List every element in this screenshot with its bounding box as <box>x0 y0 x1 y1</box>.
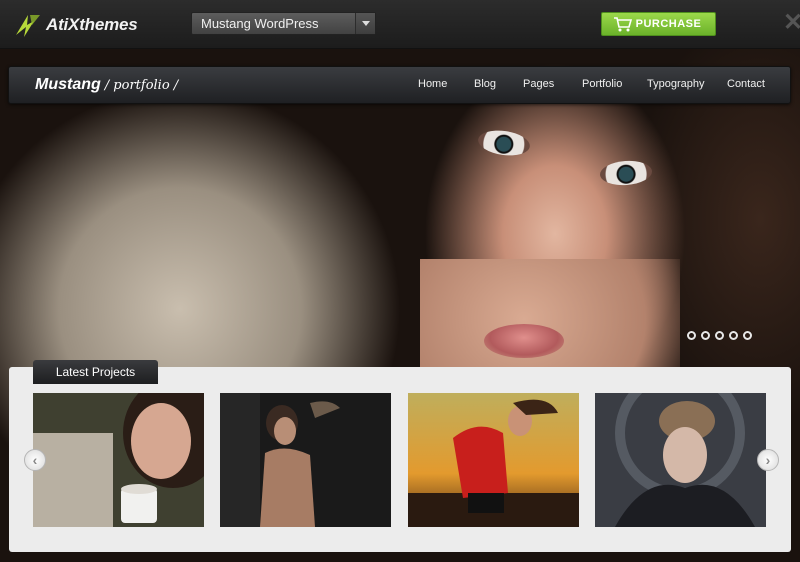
nav-item-typography[interactable]: Typography <box>647 78 704 90</box>
carousel-prev-button[interactable]: ‹ <box>24 449 46 471</box>
top-bar: AtiXthemes Mustang WordPress PURCHASE ✕ <box>0 0 800 49</box>
purchase-label: PURCHASE <box>635 18 702 30</box>
project-thumbnail[interactable] <box>220 393 391 527</box>
brand-logo[interactable]: AtiXthemes <box>14 11 138 39</box>
brand-name: AtiXthemes <box>46 15 138 34</box>
slider-dots <box>687 331 752 340</box>
chevron-left-icon: ‹ <box>32 452 38 468</box>
purchase-button[interactable]: PURCHASE <box>601 12 716 36</box>
project-thumbnail[interactable] <box>33 393 204 527</box>
project-thumbnail[interactable] <box>408 393 579 527</box>
project-thumbnail[interactable] <box>595 393 766 527</box>
lightning-icon <box>16 15 40 37</box>
latest-projects-heading: Latest Projects <box>33 360 158 384</box>
theme-select[interactable]: Mustang WordPress <box>191 12 376 35</box>
theme-select-value: Mustang WordPress <box>201 16 319 31</box>
close-icon[interactable]: ✕ <box>783 10 800 36</box>
slider-dot[interactable] <box>743 331 752 340</box>
site-title-text: Mustang <box>35 76 101 93</box>
nav-item-blog[interactable]: Blog <box>474 78 496 90</box>
site-subtitle: / portfolio / <box>104 78 179 93</box>
slider-dot[interactable] <box>715 331 724 340</box>
chevron-right-icon: › <box>765 452 771 468</box>
slider-dot[interactable] <box>729 331 738 340</box>
carousel-next-button[interactable]: › <box>757 449 779 471</box>
site-title[interactable]: Mustang / portfolio / <box>35 76 178 94</box>
nav-item-home[interactable]: Home <box>418 78 447 90</box>
slider-dot[interactable] <box>687 331 696 340</box>
nav-item-portfolio[interactable]: Portfolio <box>582 78 622 90</box>
slider-dot[interactable] <box>701 331 710 340</box>
nav-item-pages[interactable]: Pages <box>523 78 554 90</box>
nav-item-contact[interactable]: Contact <box>727 78 765 90</box>
main-nav: Mustang / portfolio / Home Blog Pages Por… <box>8 66 791 104</box>
cart-icon <box>614 17 633 32</box>
chevron-down-icon[interactable] <box>355 13 375 34</box>
